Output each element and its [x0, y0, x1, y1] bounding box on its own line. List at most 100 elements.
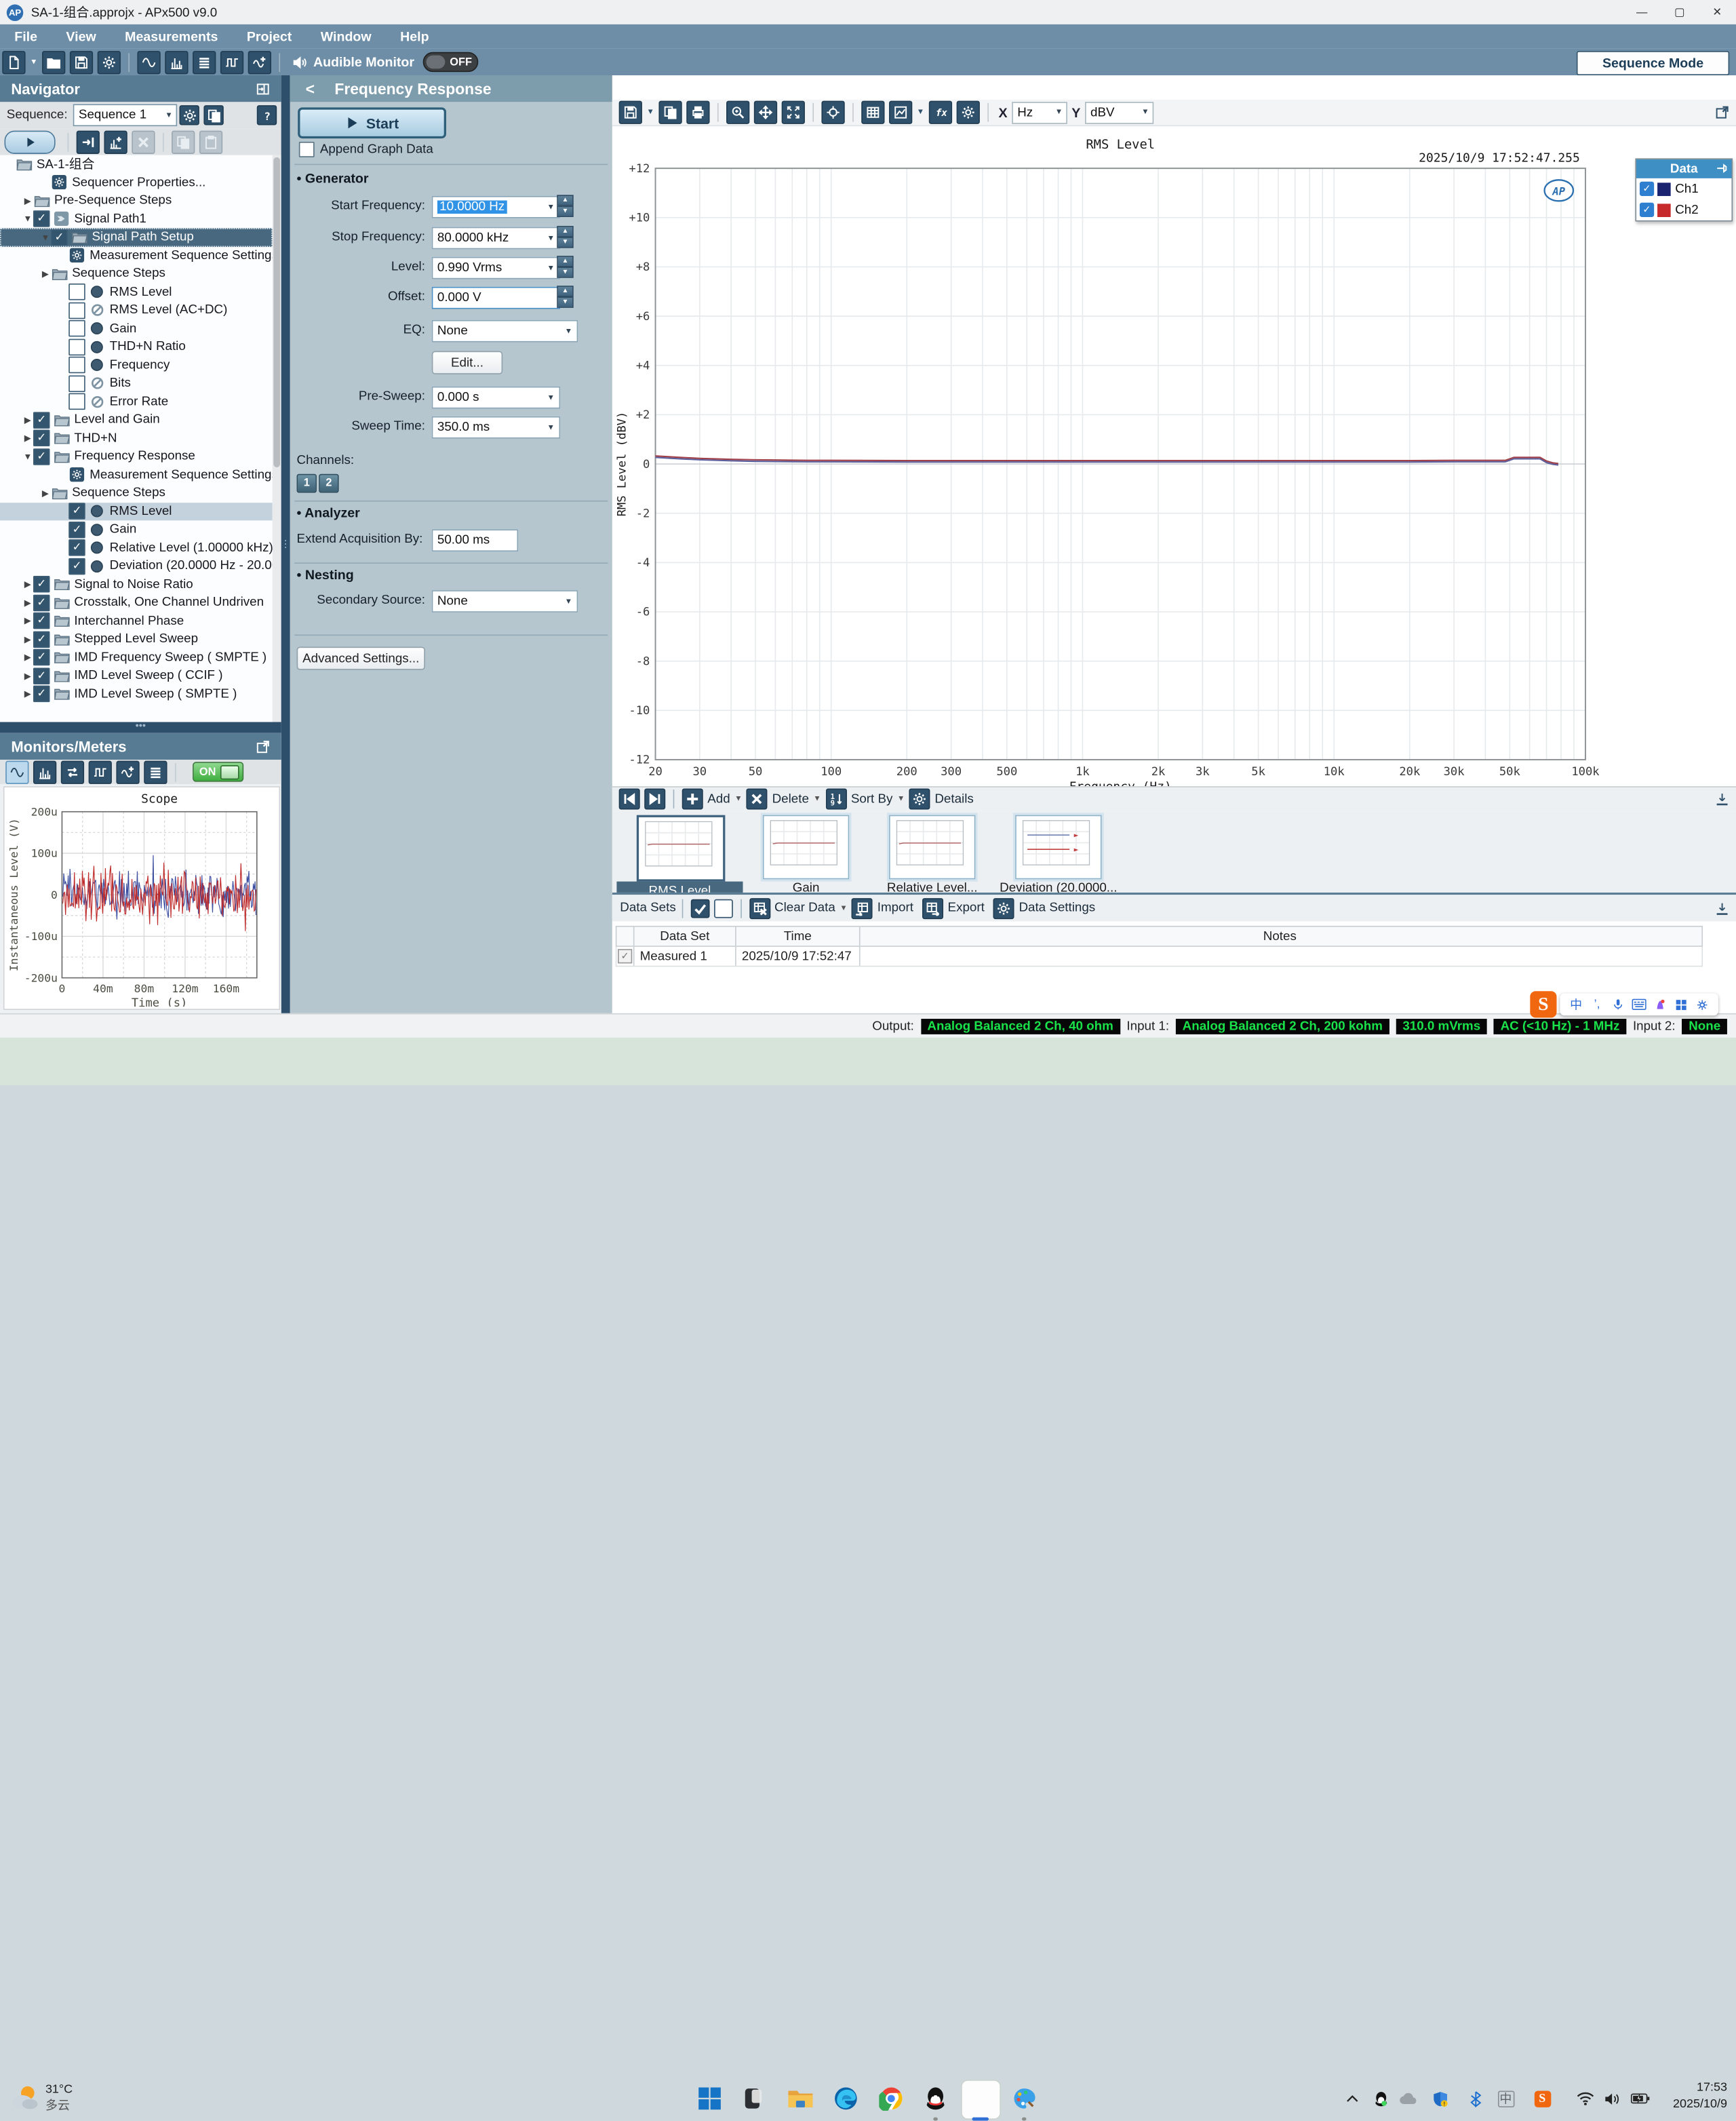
ime-mic-icon[interactable]	[1608, 994, 1629, 1014]
vertical-splitter[interactable]: ⋮	[281, 75, 290, 1013]
result-thumbnail-1[interactable]	[637, 815, 726, 882]
export-label[interactable]: Export	[948, 901, 985, 915]
tree-checkbox[interactable]: ✓	[33, 686, 50, 702]
taskbar-clock[interactable]: 17:53 2025/10/9	[1673, 2080, 1727, 2113]
ime-skin-icon[interactable]	[1650, 994, 1671, 1014]
monitor-scope-icon[interactable]	[5, 760, 28, 783]
tray-onedrive-icon[interactable]	[1398, 2088, 1418, 2108]
tree-item-thd-n[interactable]: ▶✓THD+N	[0, 429, 273, 448]
datasets-uncheck-all-icon[interactable]	[713, 899, 732, 918]
append-graph-data-checkbox[interactable]: Append Graph Data	[299, 142, 433, 157]
collapse-icon[interactable]: ▼	[22, 452, 33, 462]
tree-item-stepped-level-sweep[interactable]: ▶✓Stepped Level Sweep	[0, 630, 273, 648]
tree-checkbox[interactable]	[68, 375, 85, 391]
input2-status-badge[interactable]: None	[1682, 1019, 1727, 1034]
expand-icon[interactable]: ▶	[22, 671, 33, 681]
data-settings-icon[interactable]	[993, 897, 1014, 918]
tree-checkbox[interactable]: ✓	[68, 522, 85, 538]
pre-sweep-select[interactable]: 0.000 s▼	[432, 387, 560, 409]
legend-pin-icon[interactable]	[1715, 161, 1729, 178]
graph-fit-icon[interactable]	[782, 101, 805, 124]
settings-gear-icon[interactable]	[98, 50, 121, 73]
x-unit-select[interactable]: Hz▼	[1012, 101, 1067, 123]
tree-item-signal-path-setup[interactable]: ▼✓Signal Path Setup	[0, 228, 273, 246]
run-sequence-button[interactable]	[5, 130, 56, 153]
graph-settings-icon[interactable]	[956, 101, 979, 124]
tree-item-rms-level[interactable]: RMS Level	[0, 283, 273, 301]
menu-file[interactable]: File	[0, 28, 52, 44]
dataset-row[interactable]: ✓ Measured 1 2025/10/9 17:52:47	[616, 947, 1703, 967]
graph-popout-icon[interactable]	[1710, 101, 1733, 124]
expand-icon[interactable]: ▶	[22, 415, 33, 425]
tree-item-sequencer-properties-[interactable]: Sequencer Properties...	[0, 174, 273, 192]
tree-item-sequence-steps[interactable]: ▶Sequence Steps	[0, 265, 273, 283]
expand-icon[interactable]: ▶	[22, 579, 33, 589]
tree-checkbox[interactable]: ✓	[51, 229, 67, 246]
monitor-addwave-icon[interactable]	[116, 760, 139, 783]
advanced-settings-button[interactable]: Advanced Settings...	[297, 646, 425, 669]
collapse-icon[interactable]: ▼	[40, 232, 51, 242]
tree-item-gain[interactable]: ✓Gain	[0, 520, 273, 539]
sequence-gear-icon[interactable]	[179, 105, 199, 125]
eq-edit-button[interactable]: Edit...	[432, 351, 502, 374]
tree-item-frequency-response[interactable]: ▼✓Frequency Response	[0, 448, 273, 466]
graph-save-icon[interactable]	[619, 101, 642, 124]
graph-chart-icon[interactable]	[889, 101, 912, 124]
audible-monitor-toggle[interactable]: OFF	[423, 52, 479, 72]
graph-cursor-icon[interactable]	[821, 101, 844, 124]
tree-item-error-rate[interactable]: Error Rate	[0, 393, 273, 411]
expand-icon[interactable]: ▶	[22, 634, 33, 644]
input1-status-badge[interactable]: Analog Balanced 2 Ch, 200 kohm	[1176, 1019, 1389, 1034]
legend-item-ch1[interactable]: ✓ Ch1	[1636, 178, 1731, 199]
graph-table-icon[interactable]	[861, 101, 884, 124]
sequence-select[interactable]: Sequence 1▼	[73, 104, 177, 126]
import-icon[interactable]	[852, 897, 873, 918]
offset-input[interactable]: 0.000 V	[432, 287, 560, 309]
tray-battery-icon[interactable]	[1630, 2088, 1649, 2108]
tree-item-interchannel-phase[interactable]: ▶✓Interchannel Phase	[0, 612, 273, 630]
stop-frequency-input[interactable]: 80.0000 kHz▼	[432, 227, 560, 250]
legend-checkbox[interactable]: ✓	[1640, 203, 1654, 217]
tree-checkbox[interactable]: ✓	[33, 430, 50, 446]
paste-step-icon[interactable]	[199, 130, 222, 153]
tree-checkbox[interactable]	[68, 393, 85, 410]
start-frequency-stepper[interactable]: ▲▼	[557, 195, 573, 217]
back-chevron-icon[interactable]: <	[306, 80, 315, 98]
delete-result-icon[interactable]	[747, 788, 768, 809]
extend-acquisition-input[interactable]: 50.00 ms	[432, 529, 518, 551]
phone-link-icon[interactable]	[741, 2085, 767, 2112]
tree-item-frequency[interactable]: Frequency	[0, 356, 273, 374]
tree-checkbox[interactable]: ✓	[33, 631, 50, 647]
expand-icon[interactable]: ▶	[22, 598, 33, 608]
sort-results-label[interactable]: Sort By	[851, 792, 893, 806]
horizontal-splitter[interactable]: •••	[0, 722, 281, 733]
datasets-column-notes[interactable]: Notes	[861, 927, 1700, 946]
tray-qq-icon[interactable]	[1370, 2088, 1390, 2108]
sequence-copy-icon[interactable]	[203, 105, 223, 125]
add-measurement-icon[interactable]	[77, 130, 100, 153]
start-button[interactable]	[696, 2085, 723, 2112]
channel-1-button[interactable]: 1	[297, 474, 317, 493]
weather-widget[interactable]: 31°C 多云	[9, 2083, 73, 2114]
sogou-icon[interactable]: S	[1530, 991, 1556, 1017]
tree-item-sequence-steps[interactable]: ▶Sequence Steps	[0, 484, 273, 502]
scope-view-icon[interactable]	[137, 50, 160, 73]
open-project-icon[interactable]	[42, 50, 65, 73]
start-frequency-input[interactable]: 10.0000 Hz▼	[432, 196, 560, 218]
copy-step-icon[interactable]	[172, 130, 195, 153]
file-explorer-icon[interactable]	[787, 2085, 814, 2112]
start-button[interactable]: Start	[298, 107, 446, 138]
ime-punct-icon[interactable]: ’,	[1587, 994, 1608, 1014]
expand-icon[interactable]: ▶	[22, 433, 33, 444]
tree-item-bits[interactable]: Bits	[0, 374, 273, 393]
delete-result-label[interactable]: Delete	[772, 792, 809, 806]
tree-checkbox[interactable]: ✓	[33, 211, 50, 227]
tray-bluetooth-icon[interactable]	[1466, 2088, 1486, 2108]
ime-toolbox-icon[interactable]	[1671, 994, 1692, 1014]
graph-copy-icon[interactable]	[658, 101, 682, 124]
collapse-results-icon[interactable]	[1710, 787, 1733, 811]
sweep-time-select[interactable]: 350.0 ms▼	[432, 416, 560, 439]
add-result-icon[interactable]	[682, 788, 703, 809]
result-thumbnail-4[interactable]	[1015, 815, 1101, 880]
pin-panel-icon[interactable]	[252, 77, 275, 100]
